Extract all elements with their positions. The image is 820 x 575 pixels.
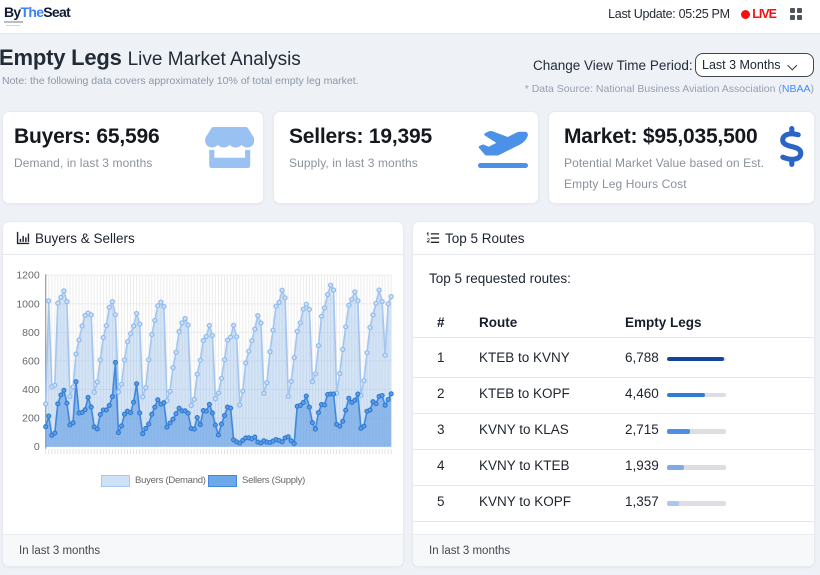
svg-text:0: 0 (34, 441, 40, 453)
svg-text:600: 600 (22, 355, 40, 367)
svg-text:1000: 1000 (16, 298, 40, 310)
svg-text:800: 800 (22, 327, 40, 339)
svg-text:400: 400 (22, 384, 40, 396)
svg-text:1200: 1200 (16, 270, 40, 282)
svg-text:200: 200 (22, 413, 40, 425)
